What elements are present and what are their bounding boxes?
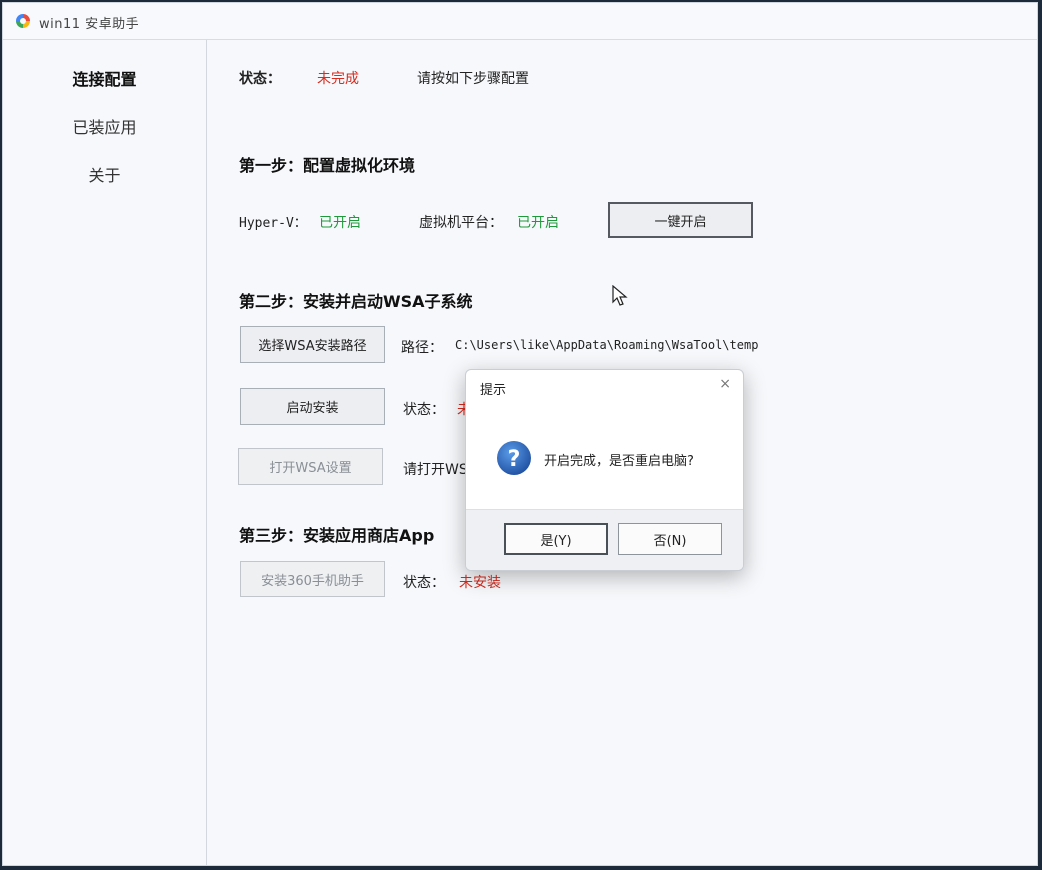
restart-prompt-dialog: 提示 × ? 开启完成，是否重启电脑? 是(Y) 否(N)	[465, 369, 744, 571]
app-logo-icon	[15, 13, 31, 29]
status-label: 状态：	[239, 68, 281, 88]
sidebar-item-installed-apps[interactable]: 已装应用	[3, 114, 206, 138]
step1-heading: 第一步：配置虚拟化环境	[239, 152, 415, 176]
hyperv-label: Hyper-V：	[239, 212, 307, 231]
status-value: 未完成	[317, 68, 359, 88]
install-360-assistant-button[interactable]: 安装360手机助手	[240, 561, 385, 597]
install-status-label: 状态：	[403, 399, 445, 419]
dialog-title: 提示	[480, 379, 506, 398]
path-value: C:\Users\like\AppData\Roaming\WsaTool\te…	[455, 338, 758, 352]
step2-heading: 第二步：安装并启动WSA子系统	[239, 288, 473, 312]
step3-heading: 第三步：安装应用商店App	[239, 522, 434, 546]
window-title: win11 安卓助手	[39, 13, 139, 32]
sidebar: 连接配置 已装应用 关于	[3, 40, 207, 865]
start-install-button[interactable]: 启动安装	[240, 388, 385, 425]
title-bar: win11 安卓助手	[3, 3, 1037, 40]
open-wsa-settings-button[interactable]: 打开WSA设置	[238, 448, 383, 485]
store-status-label: 状态：	[403, 572, 445, 592]
hyperv-status: 已开启	[319, 212, 361, 232]
sidebar-item-connection-config[interactable]: 连接配置	[3, 66, 206, 90]
mouse-cursor-icon	[612, 285, 628, 307]
yes-button[interactable]: 是(Y)	[504, 523, 608, 555]
store-status-value: 未安装	[459, 572, 501, 592]
dialog-message: 开启完成，是否重启电脑?	[544, 450, 694, 469]
vm-platform-status: 已开启	[517, 212, 559, 232]
path-label: 路径：	[401, 337, 443, 357]
sidebar-item-about[interactable]: 关于	[3, 162, 206, 186]
status-hint: 请按如下步骤配置	[417, 68, 529, 88]
vm-platform-label: 虚拟机平台：	[419, 212, 503, 232]
dialog-footer: 是(Y) 否(N)	[466, 509, 743, 570]
dialog-close-icon[interactable]: ×	[719, 376, 731, 392]
choose-wsa-path-button[interactable]: 选择WSA安装路径	[240, 326, 385, 363]
svg-text:?: ?	[508, 447, 521, 472]
no-button[interactable]: 否(N)	[618, 523, 722, 555]
question-icon: ?	[496, 440, 532, 476]
enable-all-button[interactable]: 一键开启	[608, 202, 753, 238]
